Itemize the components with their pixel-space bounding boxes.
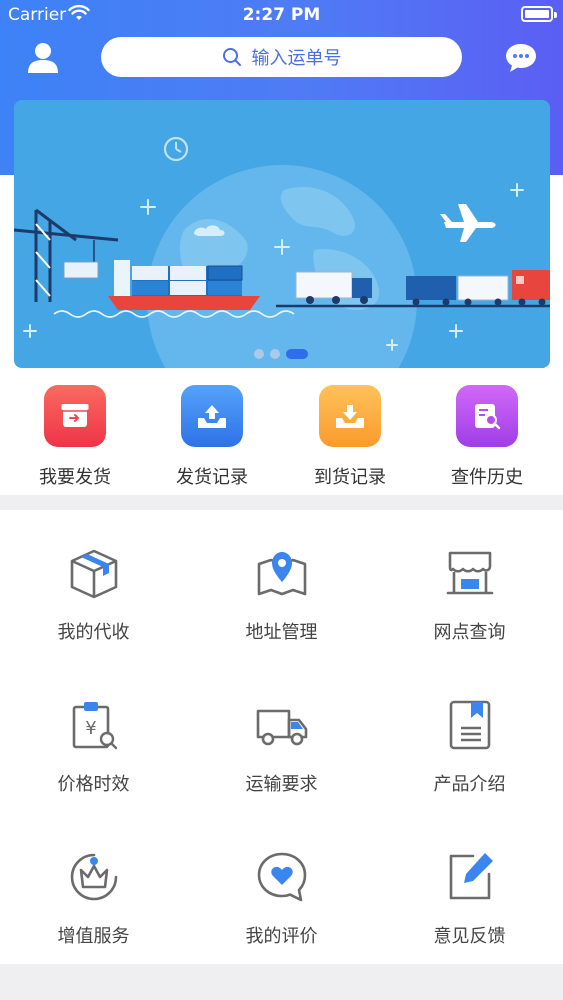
book-icon xyxy=(449,700,490,750)
heart-chat-icon xyxy=(257,852,306,902)
grid-item-product-intro[interactable]: 产品介绍 xyxy=(376,662,563,812)
user-icon[interactable] xyxy=(26,41,60,75)
quick-action-arrival-records[interactable]: 到货记录 xyxy=(290,385,410,489)
section-divider xyxy=(0,495,563,510)
search-placeholder: 输入运单号 xyxy=(251,48,342,69)
crown-icon xyxy=(70,853,117,901)
quick-action-label: 到货记录 xyxy=(314,467,386,488)
package-icon xyxy=(70,549,117,599)
page-dot xyxy=(254,349,264,359)
document-search-icon xyxy=(456,385,518,447)
map-pin-icon xyxy=(257,552,306,596)
service-grid: 我的代收 地址管理 网点查询 ¥ 价格时效 运输要求 产品介绍 增值服务 我的评… xyxy=(0,510,563,964)
grid-item-label: 地址管理 xyxy=(245,622,318,643)
page-dot xyxy=(270,349,280,359)
grid-item-label: 意见反馈 xyxy=(433,926,506,947)
message-icon[interactable] xyxy=(504,42,538,74)
battery-icon xyxy=(521,6,557,22)
grid-item-label: 我的评价 xyxy=(245,926,318,947)
grid-item-feedback[interactable]: 意见反馈 xyxy=(376,814,563,964)
grid-item-label: 价格时效 xyxy=(57,774,130,795)
inbox-download-icon xyxy=(319,385,381,447)
grid-item-my-collection[interactable]: 我的代收 xyxy=(0,510,187,660)
edit-icon xyxy=(449,853,493,900)
grid-item-label: 增值服务 xyxy=(57,926,130,947)
grid-item-transport-requirements[interactable]: 运输要求 xyxy=(188,662,375,812)
grid-item-label: 网点查询 xyxy=(433,622,506,643)
svg-text:¥: ¥ xyxy=(85,718,96,739)
grid-item-price-timeliness[interactable]: ¥ 价格时效 xyxy=(0,662,187,812)
quick-actions: 我要发货 发货记录 到货记录 查件历史 xyxy=(0,385,563,495)
grid-item-label: 我的代收 xyxy=(57,622,130,643)
grid-item-address-management[interactable]: 地址管理 xyxy=(188,510,375,660)
grid-item-value-added-services[interactable]: 增值服务 xyxy=(0,814,187,964)
quick-action-ship-records[interactable]: 发货记录 xyxy=(152,385,272,489)
logistics-illustration xyxy=(14,100,550,368)
status-bar: Carrier 2:27 PM xyxy=(0,0,563,30)
status-time: 2:27 PM xyxy=(242,5,321,25)
search-icon xyxy=(222,48,241,66)
quick-action-label: 查件历史 xyxy=(451,467,523,488)
outbox-upload-icon xyxy=(181,385,243,447)
grid-item-my-reviews[interactable]: 我的评价 xyxy=(188,814,375,964)
grid-item-label: 产品介绍 xyxy=(433,774,506,795)
truck-icon xyxy=(256,709,307,746)
quick-action-query-history[interactable]: 查件历史 xyxy=(427,385,547,489)
grid-item-label: 运输要求 xyxy=(245,774,318,795)
banner-page-indicator xyxy=(254,349,308,359)
quick-action-ship[interactable]: 我要发货 xyxy=(15,385,135,489)
promo-banner[interactable] xyxy=(14,100,550,368)
price-clipboard-icon: ¥ xyxy=(72,702,117,750)
search-bar[interactable]: 输入运单号 xyxy=(101,37,462,77)
quick-action-label: 发货记录 xyxy=(176,467,248,488)
storefront-icon xyxy=(446,551,493,595)
quick-action-label: 我要发货 xyxy=(39,467,111,488)
grid-item-outlet-query[interactable]: 网点查询 xyxy=(376,510,563,660)
ship-box-icon xyxy=(44,385,106,447)
page-dot-active xyxy=(286,349,308,359)
